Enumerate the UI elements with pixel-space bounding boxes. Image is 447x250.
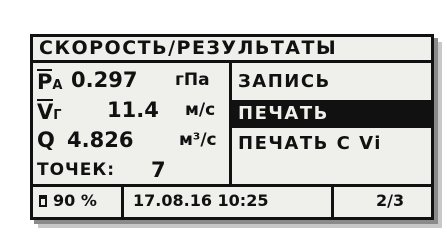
menu-item-print-vi[interactable]: ПЕЧАТЬ С Vi (232, 130, 431, 158)
velocity-symbol: VГ (37, 99, 62, 124)
velocity-unit: м/с (185, 100, 216, 120)
flow-unit: м³/с (179, 130, 217, 150)
status-divider (121, 187, 124, 217)
flow-value: 4.826 (67, 128, 134, 152)
measurements-panel: PA 0.297 гПа VГ 11.4 м/с Q 4.826 м³/с ТО… (33, 63, 229, 185)
menu-item-print[interactable]: ПЕЧАТЬ (232, 100, 431, 128)
screen-title: СКОРОСТЬ/РЕЗУЛЬТАТЫ (33, 37, 431, 63)
pressure-value: 0.297 (71, 68, 138, 92)
menu-item-record[interactable]: ЗАПИСЬ (232, 68, 431, 96)
status-divider (331, 187, 334, 217)
status-bar: 90 % 17.08.16 10:25 2/3 (33, 184, 431, 217)
device-screen: СКОРОСТЬ/РЕЗУЛЬТАТЫ PA 0.297 гПа VГ 11.4… (30, 34, 434, 220)
measurement-row-pressure: PA 0.297 гПа (33, 65, 229, 95)
pressure-unit: гПа (175, 70, 210, 90)
pressure-symbol: PA (37, 69, 63, 94)
datetime: 17.08.16 10:25 (133, 191, 269, 210)
menu-panel: ЗАПИСЬ ПЕЧАТЬ ПЕЧАТЬ С Vi (232, 63, 431, 187)
measurement-row-velocity: VГ 11.4 м/с (33, 95, 229, 125)
points-value: 7 (151, 158, 166, 182)
points-label: ТОЧЕК: (37, 160, 116, 180)
page-indicator: 2/3 (376, 191, 405, 210)
battery-status: 90 % (39, 187, 97, 217)
measurement-row-flow: Q 4.826 м³/с (33, 125, 229, 155)
measurement-row-points: ТОЧЕК: 7 (33, 155, 229, 185)
velocity-value: 11.4 (107, 98, 159, 122)
flow-symbol: Q (37, 128, 55, 152)
battery-level: 90 % (53, 191, 97, 210)
battery-icon (39, 195, 47, 207)
